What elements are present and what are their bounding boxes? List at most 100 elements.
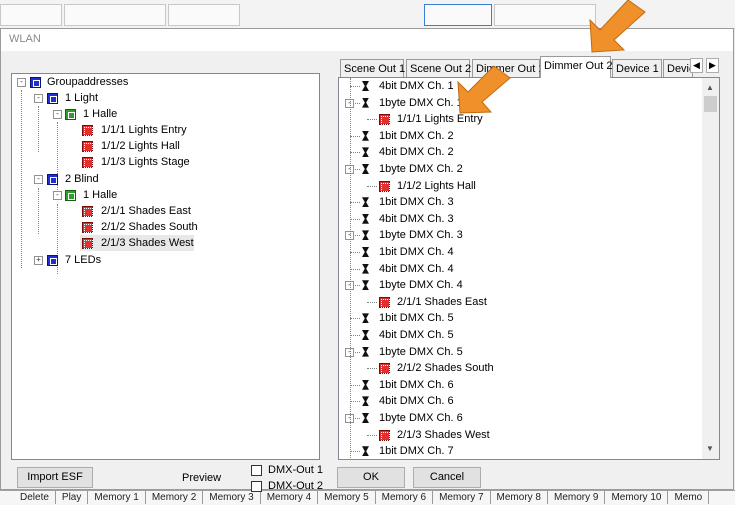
ok-button[interactable]: OK bbox=[337, 467, 405, 488]
dmx-channel-tree[interactable]: 4bit DMX Ch. 1 -1byte DMX Ch. 1 1/1/1 Ligh… bbox=[338, 77, 720, 460]
dmx-channel-item[interactable]: -1byte DMX Ch. 1 bbox=[339, 95, 699, 111]
vertical-scrollbar[interactable]: ▲ ▼ bbox=[702, 78, 719, 459]
tree-item[interactable]: - 1 Light bbox=[12, 90, 312, 106]
dmx-channel-icon bbox=[361, 213, 371, 225]
dmx-out-1-checkbox[interactable] bbox=[251, 465, 262, 476]
dmx-channel-item[interactable]: 4bit DMX Ch. 4 bbox=[339, 261, 699, 277]
tab-scroll-left-button[interactable]: ◀ bbox=[690, 58, 703, 73]
assigned-address-item[interactable]: 1/1/1 Lights Entry bbox=[339, 111, 699, 127]
tree-item-label: 2 Blind bbox=[65, 173, 99, 185]
tree-root[interactable]: - Groupaddresses bbox=[12, 74, 312, 90]
dmx-channel-item[interactable]: 4bit DMX Ch. 5 bbox=[339, 327, 699, 343]
tab-dimmer-out-1[interactable]: Dimmer Out 1 bbox=[472, 59, 544, 77]
dmx-channel-label: 1byte DMX Ch. 5 bbox=[379, 345, 463, 358]
dmx-channel-icon bbox=[361, 130, 371, 142]
tab-device-1[interactable]: Device 1 bbox=[612, 59, 662, 77]
tree-connector bbox=[350, 252, 360, 253]
dmx-channel-label: 1byte DMX Ch. 1 bbox=[379, 96, 463, 109]
dmx-channel-item[interactable]: 1bit DMX Ch. 4 bbox=[339, 244, 699, 260]
dmx-channel-item[interactable]: -1byte DMX Ch. 5 bbox=[339, 344, 699, 360]
cancel-button[interactable]: Cancel bbox=[413, 467, 481, 488]
tab-scene-out-2[interactable]: Scene Out 2 bbox=[406, 59, 471, 77]
collapse-toggle-icon[interactable]: - bbox=[53, 110, 62, 119]
tree-item[interactable]: 2/1/2 Shades South bbox=[12, 219, 312, 235]
tree-item-label: 1/1/1 Lights Entry bbox=[101, 124, 187, 136]
tree-item[interactable]: 1/1/3 Lights Stage bbox=[12, 154, 312, 170]
dmx-channel-item[interactable]: 1bit DMX Ch. 7 bbox=[339, 443, 699, 459]
background-memory-button: Memory 2 bbox=[146, 491, 204, 504]
dmx-channel-item[interactable]: 1bit DMX Ch. 5 bbox=[339, 310, 699, 326]
dmx-channel-item[interactable]: 1bit DMX Ch. 3 bbox=[339, 194, 699, 210]
background-toolbar bbox=[0, 0, 735, 29]
tree-item-label: 2/1/2 Shades South bbox=[101, 221, 198, 233]
collapse-toggle-icon[interactable]: - bbox=[53, 191, 62, 200]
dmx-channel-item[interactable]: 4bit DMX Ch. 3 bbox=[339, 211, 699, 227]
group-address-tree[interactable]: - Groupaddresses - 1 Light - 1 Halle 1/1… bbox=[11, 73, 320, 460]
dmx-channel-item[interactable]: 1bit DMX Ch. 6 bbox=[339, 377, 699, 393]
dmx-channel-item[interactable]: -1byte DMX Ch. 2 bbox=[339, 161, 699, 177]
dmx-channel-label: 4bit DMX Ch. 6 bbox=[379, 395, 454, 408]
scroll-up-icon[interactable]: ▲ bbox=[706, 83, 714, 92]
tree-item[interactable]: 1/1/1 Lights Entry bbox=[12, 122, 312, 138]
dmx-out-2-label: DMX-Out 2 bbox=[268, 480, 324, 492]
tab-dimmer-out-2[interactable]: Dimmer Out 2 bbox=[540, 56, 613, 78]
dmx-channel-icon bbox=[361, 412, 371, 424]
tab-scroll-right-button[interactable]: ▶ bbox=[706, 58, 719, 73]
background-memory-button: Memory 1 bbox=[88, 491, 146, 504]
group-address-icon bbox=[379, 180, 390, 192]
assigned-address-item[interactable]: 2/1/1 Shades East bbox=[339, 294, 699, 310]
collapse-toggle-icon[interactable]: - bbox=[34, 94, 43, 103]
scroll-down-icon[interactable]: ▼ bbox=[706, 444, 714, 453]
background-field bbox=[424, 4, 492, 26]
import-esf-button[interactable]: Import ESF bbox=[17, 467, 93, 488]
dmx-channel-item[interactable]: 4bit DMX Ch. 6 bbox=[339, 393, 699, 409]
tree-item[interactable]: 1/1/2 Lights Hall bbox=[12, 138, 312, 154]
tree-item[interactable]: - 1 Halle bbox=[12, 187, 312, 203]
scrollbar-thumb[interactable] bbox=[704, 96, 717, 112]
group-icon bbox=[47, 255, 58, 266]
expand-toggle-icon[interactable]: + bbox=[34, 256, 43, 265]
tab-device-2[interactable]: Devic bbox=[663, 59, 693, 77]
tree-item[interactable]: 2/1/1 Shades East bbox=[12, 203, 312, 219]
group-icon bbox=[47, 93, 58, 104]
tree-connector bbox=[367, 119, 377, 121]
dmx-channel-item[interactable]: 1bit DMX Ch. 2 bbox=[339, 128, 699, 144]
group-address-icon bbox=[379, 363, 390, 375]
tab-label: Dimmer Out 2 bbox=[544, 60, 613, 72]
dmx-channel-label: 1bit DMX Ch. 6 bbox=[379, 378, 454, 391]
dmx-channel-icon bbox=[361, 80, 371, 92]
tree-item-selected[interactable]: 2/1/3 Shades West bbox=[80, 235, 194, 251]
dmx-channel-item[interactable]: -1byte DMX Ch. 4 bbox=[339, 277, 699, 293]
dmx-channel-label: 1byte DMX Ch. 6 bbox=[379, 412, 463, 424]
tree-connector bbox=[350, 86, 360, 87]
tree-item[interactable]: - 2 Blind bbox=[12, 171, 312, 187]
collapse-toggle-icon[interactable]: - bbox=[34, 175, 43, 184]
dmx-channel-label: 4bit DMX Ch. 5 bbox=[379, 329, 454, 341]
dmx-channel-item[interactable]: 4bit DMX Ch. 2 bbox=[339, 144, 699, 160]
wlan-dialog: WLAN - Groupaddresses - 1 Light - 1 Hall… bbox=[0, 28, 734, 492]
dmx-channel-item[interactable]: -1byte DMX Ch. 6 bbox=[339, 410, 699, 426]
tree-connector bbox=[350, 152, 360, 154]
dmx-channel-label: 4bit DMX Ch. 4 bbox=[379, 262, 454, 275]
tree-connector bbox=[350, 202, 360, 204]
tree-item-label: 7 LEDs bbox=[65, 254, 102, 266]
dmx-out-2-checkbox[interactable] bbox=[251, 481, 262, 492]
group-icon bbox=[47, 174, 58, 185]
assigned-address-item[interactable]: 2/1/2 Shades South bbox=[339, 360, 699, 376]
tab-label: Device 1 bbox=[616, 63, 659, 75]
dmx-channel-item[interactable]: 4bit DMX Ch. 1 bbox=[339, 78, 699, 94]
dmx-channel-icon bbox=[361, 229, 371, 241]
tab-scene-out-1[interactable]: Scene Out 1 bbox=[340, 59, 405, 77]
assigned-address-item[interactable]: 1/1/2 Lights Hall bbox=[339, 178, 699, 194]
background-field bbox=[494, 4, 596, 26]
dmx-channel-item[interactable]: -1byte DMX Ch. 3 bbox=[339, 227, 699, 243]
assigned-address-label: 1/1/2 Lights Hall bbox=[397, 179, 476, 192]
assigned-address-item[interactable]: 2/1/3 Shades West bbox=[339, 427, 699, 443]
group-address-icon bbox=[379, 296, 390, 308]
tree-item[interactable]: - 1 Halle bbox=[12, 106, 312, 122]
collapse-toggle-icon[interactable]: - bbox=[17, 78, 26, 87]
tree-connector bbox=[350, 401, 360, 403]
tree-connector bbox=[367, 185, 377, 187]
group-address-icon bbox=[82, 141, 93, 152]
tree-item[interactable]: + 7 LEDs bbox=[12, 252, 312, 268]
